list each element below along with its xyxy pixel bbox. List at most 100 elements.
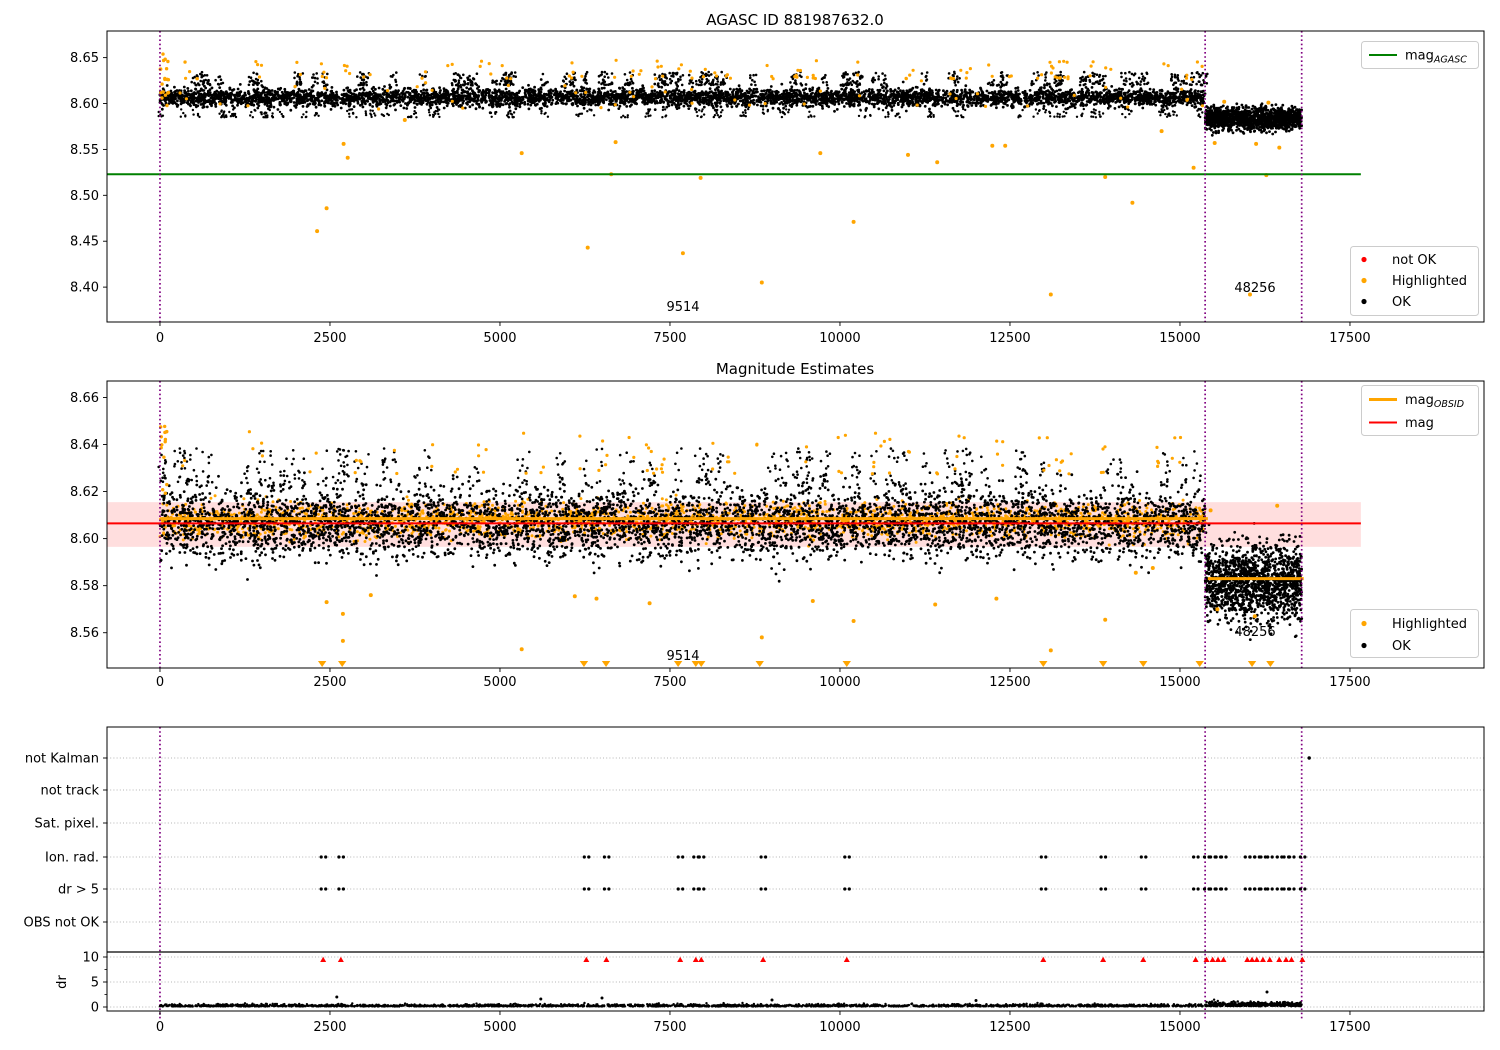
legend-ok-label-mid: OK xyxy=(1392,639,1411,654)
legend-notok-label: not OK xyxy=(1392,253,1437,268)
top-highlighted-outliers xyxy=(315,99,1282,297)
clipped-below-markers xyxy=(317,661,1275,667)
top-xticks: 0 2500 5000 7500 10000 12500 15000 17500 xyxy=(156,322,1371,346)
legend-ok-dot-mid xyxy=(1361,642,1367,649)
figure-agasc-magnitude-plots: 0 2500 5000 7500 10000 12500 15000 17500 8.40 8.4… xyxy=(0,0,1500,1050)
flag-row-label: not Kalman xyxy=(25,752,99,767)
ytick-label: 8.50 xyxy=(70,189,99,204)
flag-gridlines xyxy=(107,757,1484,1008)
panel-top-title: AGASC ID 881987632.0 xyxy=(706,11,884,29)
mid-yticks: 8.56 8.58 8.60 8.62 8.64 8.66 xyxy=(70,391,107,641)
xtick-label: 0 xyxy=(156,1020,164,1035)
legend-notok-dot xyxy=(1361,256,1367,263)
ytick-label: 8.60 xyxy=(70,532,99,547)
ytick-label: 8.45 xyxy=(70,235,99,250)
mid-xticks: 0 2500 5000 7500 10000 12500 15000 17500 xyxy=(156,668,1371,690)
panel-mid: 0 2500 5000 7500 10000 12500 15000 175008.568.5… xyxy=(70,360,1485,690)
ytick-label: 8.56 xyxy=(70,626,99,641)
xtick-label: 12500 xyxy=(989,1020,1030,1035)
xtick-label: 2500 xyxy=(313,675,346,690)
dr-axis-label: dr xyxy=(55,975,70,989)
dr-tick-label: 0 xyxy=(91,1001,99,1016)
annotation-obsid-9514-top: 9514 xyxy=(666,300,699,315)
xtick-label: 17500 xyxy=(1329,1020,1370,1035)
xtick-label: 7500 xyxy=(653,675,686,690)
legend-mag-lines: magOBSID mag xyxy=(1361,385,1479,436)
mid-dynamic-layer: 0 2500 5000 7500 10000 12500 15000 175008.568.5… xyxy=(70,380,1485,690)
flag-points-dr-5 xyxy=(319,887,1307,891)
ytick-label: 8.66 xyxy=(70,391,99,406)
xtick-label: 7500 xyxy=(653,331,686,346)
obsid-boundary-vlines-bot xyxy=(159,727,1303,1019)
ytick-label: 8.64 xyxy=(70,438,99,453)
dr-over-10-red-markers xyxy=(320,956,1306,962)
legend-highlighted-dot xyxy=(1361,277,1367,284)
top-plot-area xyxy=(107,31,1361,322)
legend-ok-dot xyxy=(1361,298,1367,305)
dr-scatter-band-1 xyxy=(1204,998,1303,1008)
panel-bot: 0 2500 5000 7500 10000 12500 15000 17500 not Kal… xyxy=(24,726,1485,1035)
top-spikes-2 xyxy=(183,58,1204,81)
bot-dynamic-layer: 0 2500 5000 7500 10000 12500 15000 17500 not Kal… xyxy=(24,726,1485,1035)
flag-points-not-kalman xyxy=(1307,756,1311,760)
mid-plot-area xyxy=(107,381,1361,668)
xtick-label: 2500 xyxy=(313,331,346,346)
dr-tick-label: 10 xyxy=(82,951,99,966)
xtick-label: 15000 xyxy=(1159,1020,1200,1035)
legend-highlighted-label-mid: Highlighted xyxy=(1392,617,1467,632)
legend-point-types-mid: Highlighted OK xyxy=(1350,609,1479,658)
ytick-label: 8.60 xyxy=(70,97,99,112)
dr-scatter-band-0 xyxy=(158,1001,1204,1008)
xtick-label: 5000 xyxy=(483,331,516,346)
legend-mag-label: mag xyxy=(1405,416,1434,431)
xtick-label: 10000 xyxy=(819,1020,860,1035)
mid-spikes-0 xyxy=(157,447,1202,487)
mid-cluster-1 xyxy=(158,470,1207,583)
xtick-label: 0 xyxy=(156,675,164,690)
top-yticks: 8.40 8.45 8.50 8.55 8.60 8.65 xyxy=(70,51,107,296)
annotation-obsid-48256-mid: 48256 xyxy=(1234,625,1275,640)
ytick-label: 8.55 xyxy=(70,143,99,158)
top-spikes-0 xyxy=(190,70,1209,87)
legend-ok-label: OK xyxy=(1392,295,1411,310)
flag-row-label: Ion. rad. xyxy=(45,851,99,866)
xtick-label: 10000 xyxy=(819,675,860,690)
panel-top: 0 2500 5000 7500 10000 12500 15000 175008.408.4… xyxy=(70,11,1485,346)
annotation-obsid-48256-top: 48256 xyxy=(1234,281,1275,296)
ytick-label: 8.65 xyxy=(70,51,99,66)
legend-point-types-top: not OK Highlighted OK xyxy=(1350,246,1479,316)
xtick-label: 0 xyxy=(156,331,164,346)
xtick-label: 17500 xyxy=(1329,331,1370,346)
xtick-label: 12500 xyxy=(989,331,1030,346)
panel-mid-title: Magnitude Estimates xyxy=(716,360,874,378)
xtick-label: 5000 xyxy=(483,675,516,690)
xtick-label: 15000 xyxy=(1159,675,1200,690)
xtick-label: 12500 xyxy=(989,675,1030,690)
xtick-label: 10000 xyxy=(819,331,860,346)
annotation-obsid-9514-mid: 9514 xyxy=(666,649,699,664)
legend-highlighted-label: Highlighted xyxy=(1392,274,1467,289)
xtick-label: 15000 xyxy=(1159,331,1200,346)
ytick-label: 8.58 xyxy=(70,579,99,594)
bot-spine xyxy=(106,726,1485,1012)
top-spikes-1 xyxy=(157,107,1204,119)
xtick-label: 17500 xyxy=(1329,675,1370,690)
legend-highlighted-dot-mid xyxy=(1361,620,1367,627)
flag-row-label: OBS not OK xyxy=(24,916,100,931)
dr-extra-points xyxy=(335,990,1269,1002)
xtick-label: 2500 xyxy=(313,1020,346,1035)
ytick-label: 8.62 xyxy=(70,485,99,500)
obsid-boundary-vlines xyxy=(159,31,1303,322)
top-dynamic-layer: 0 2500 5000 7500 10000 12500 15000 175008.408.4… xyxy=(70,30,1485,346)
bot-xticks: 0 2500 5000 7500 10000 12500 15000 17500 xyxy=(156,1011,1371,1035)
ytick-label: 8.40 xyxy=(70,281,99,296)
xtick-label: 5000 xyxy=(483,1020,516,1035)
flag-row-label: not track xyxy=(40,784,99,799)
flag-points-ion-rad- xyxy=(319,855,1307,859)
mid-spikes-1 xyxy=(181,430,1183,476)
mid-orange-start-column xyxy=(159,424,169,495)
flag-row-label: Sat. pixel. xyxy=(35,817,99,832)
dr-tick-label: 5 xyxy=(91,976,99,991)
xtick-label: 7500 xyxy=(653,1020,686,1035)
top-cluster-1 xyxy=(1203,102,1303,137)
